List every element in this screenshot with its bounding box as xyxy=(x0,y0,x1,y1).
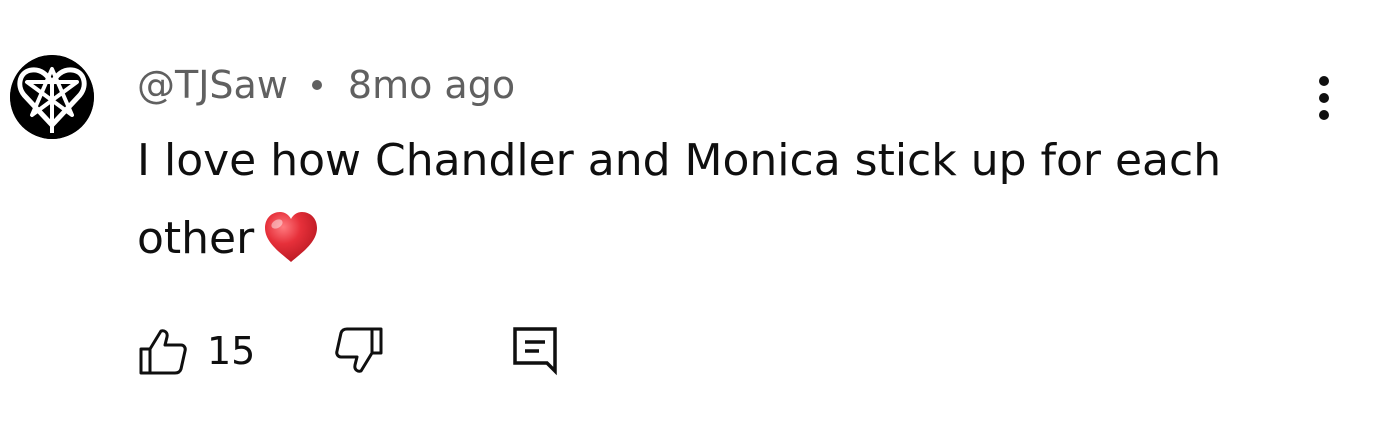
separator-dot xyxy=(311,80,322,90)
more-options-button[interactable] xyxy=(1300,70,1348,126)
thumb-up-icon xyxy=(139,329,187,375)
comment-actions: 15 xyxy=(137,322,597,380)
comment-text: I love how Chandler and Monica stick up … xyxy=(137,122,1267,278)
comment-meta: @TJSaw 8mo ago xyxy=(137,60,515,110)
thumb-down-icon xyxy=(335,327,383,373)
comment-item: @TJSaw 8mo ago I love how Chandler and M… xyxy=(0,0,1375,439)
more-vertical-icon xyxy=(1319,76,1329,86)
menu-dot xyxy=(1319,110,1329,120)
menu-dot xyxy=(1319,93,1329,103)
like-count: 15 xyxy=(207,329,256,373)
reply-button[interactable] xyxy=(509,322,561,380)
red-heart-icon xyxy=(262,210,320,264)
heartagram-icon xyxy=(10,55,94,139)
avatar[interactable] xyxy=(10,55,94,139)
author-name[interactable]: @TJSaw xyxy=(137,63,288,107)
comment-timestamp[interactable]: 8mo ago xyxy=(348,63,515,107)
comment-icon xyxy=(513,327,557,376)
dislike-button[interactable] xyxy=(333,322,385,380)
like-button[interactable]: 15 xyxy=(137,322,255,380)
